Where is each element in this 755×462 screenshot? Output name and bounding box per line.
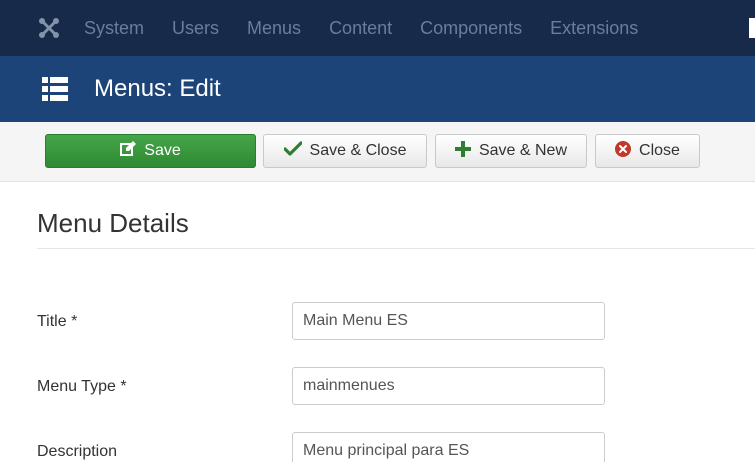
save-and-close-button[interactable]: Save & Close [263, 134, 427, 168]
top-navigation-bar: System Users Menus Content Components Ex… [0, 0, 755, 56]
nav-item-menus[interactable]: Menus [247, 18, 301, 39]
title-label: Title * [37, 313, 78, 330]
joomla-logo-icon[interactable] [34, 13, 64, 43]
save-button[interactable]: Save [45, 134, 256, 168]
description-label: Description [37, 443, 118, 460]
save-and-new-button-label: Save & New [478, 142, 568, 159]
menu-type-input[interactable] [292, 367, 605, 405]
nav-overflow-edge [749, 18, 755, 38]
page-title: Menus: Edit [94, 75, 221, 102]
save-and-close-button-label: Save & Close [309, 142, 407, 159]
page-header: Menus: Edit [0, 56, 755, 122]
list-icon [42, 76, 68, 102]
save-button-label: Save [144, 142, 181, 159]
nav-item-content[interactable]: Content [329, 18, 392, 39]
title-input[interactable] [292, 302, 605, 340]
close-button-label: Close [639, 142, 680, 159]
nav-item-components[interactable]: Components [420, 18, 522, 39]
nav-item-users[interactable]: Users [172, 18, 219, 39]
plus-icon [454, 140, 479, 162]
close-button[interactable]: Close [595, 134, 700, 168]
description-input[interactable] [292, 432, 605, 462]
close-circle-icon [615, 140, 639, 162]
menu-type-label: Menu Type * [37, 378, 127, 395]
section-divider [37, 248, 755, 249]
toolbar: Save Save & Close Save & New Close [0, 122, 755, 182]
section-title: Menu Details [37, 208, 189, 238]
checkmark-icon [282, 140, 310, 162]
nav-item-extensions[interactable]: Extensions [550, 18, 638, 39]
save-and-new-button[interactable]: Save & New [435, 134, 587, 168]
edit-icon [120, 140, 144, 162]
nav-item-system[interactable]: System [84, 18, 144, 39]
